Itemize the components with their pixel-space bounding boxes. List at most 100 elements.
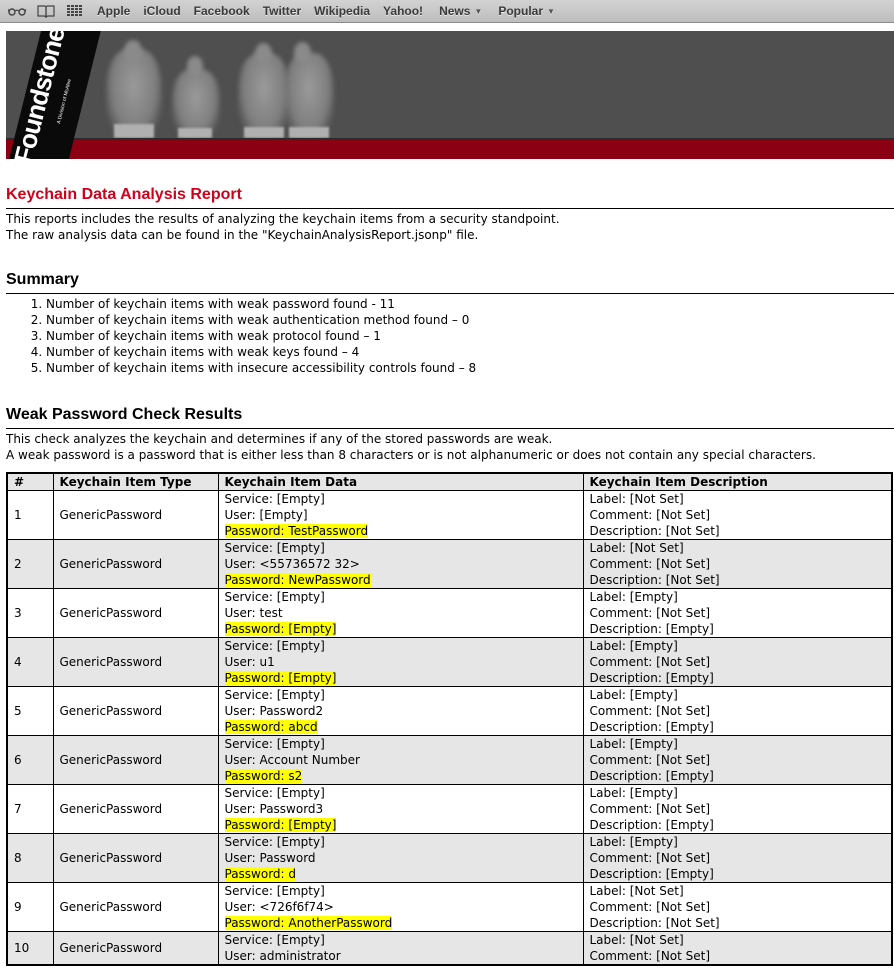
- user-field: User: test: [224, 606, 283, 620]
- bookmark-facebook[interactable]: Facebook: [194, 4, 250, 18]
- password-line: Password: abcd: [224, 719, 577, 735]
- banner-figure-waist: [114, 124, 154, 138]
- service-field: Service: [Empty]: [224, 933, 325, 947]
- table-body: 1 GenericPassword Service: [Empty] User: [E…: [6, 490, 893, 966]
- banner-figure-waist: [178, 128, 212, 138]
- item-type: GenericPassword: [52, 735, 219, 785]
- bookmarks-bar: Apple iCloud Facebook Twitter Wikipedia …: [0, 0, 894, 23]
- label-field: Label: [Not Set]: [589, 884, 684, 898]
- weak-password-heading: Weak Password Check Results: [6, 406, 894, 429]
- label-field: Label: [Empty]: [589, 737, 678, 751]
- item-data: Service: [Empty] User: [Empty] Password: T…: [217, 490, 584, 540]
- password-field-highlighted: Password: [Empty]: [224, 671, 337, 685]
- reading-list-icon[interactable]: [8, 0, 26, 22]
- row-number: 9: [6, 882, 54, 932]
- user-field: User: [Empty]: [224, 508, 308, 522]
- bookmark-label: Popular: [498, 4, 544, 18]
- item-type: GenericPassword: [52, 833, 219, 883]
- bookmark-folder-popular[interactable]: Popular ▼: [498, 4, 555, 18]
- bookmarks-icon[interactable]: [37, 0, 55, 22]
- row-number: 5: [6, 686, 54, 736]
- item-type: GenericPassword: [52, 539, 219, 589]
- item-description: Label: [Not Set] Comment: [Not Set]: [582, 931, 893, 966]
- item-description: Label: [Not Set] Comment: [Not Set] Descri…: [582, 490, 893, 540]
- foundstone-banner: Foundstone A Division of McAfee: [6, 31, 894, 159]
- password-field-highlighted: Password: s2: [224, 769, 303, 783]
- table-row: 7 GenericPassword Service: [Empty] User: Pa…: [6, 784, 893, 834]
- password-line: Password: TestPassword: [224, 523, 577, 539]
- service-field: Service: [Empty]: [224, 492, 325, 506]
- user-field: User: <55736572 32>: [224, 557, 360, 571]
- password-field-highlighted: Password: NewPassword: [224, 573, 371, 587]
- item-data: Service: [Empty] User: Account Number Pass…: [217, 735, 584, 785]
- item-type: GenericPassword: [52, 784, 219, 834]
- row-number: 2: [6, 539, 54, 589]
- intro-line: This reports includes the results of ana…: [6, 212, 560, 226]
- bookmark-twitter[interactable]: Twitter: [263, 4, 301, 18]
- label-field: Label: [Not Set]: [589, 541, 684, 555]
- user-field: User: <726f6f74>: [224, 900, 334, 914]
- bookmark-apple[interactable]: Apple: [97, 4, 130, 18]
- summary-item: Number of keychain items with insecure a…: [46, 360, 894, 376]
- comment-field: Comment: [Not Set]: [589, 949, 711, 963]
- password-line: Password: d: [224, 866, 577, 882]
- service-field: Service: [Empty]: [224, 737, 325, 751]
- bookmark-yahoo[interactable]: Yahoo!: [383, 4, 423, 18]
- top-sites-icon[interactable]: [67, 0, 83, 22]
- description-field: Description: [Empty]: [589, 671, 714, 685]
- label-field: Label: [Not Set]: [589, 933, 684, 947]
- comment-field: Comment: [Not Set]: [589, 851, 711, 865]
- table-row: 1 GenericPassword Service: [Empty] User: [E…: [6, 490, 893, 540]
- password-field-highlighted: Password: AnotherPassword: [224, 916, 393, 930]
- user-field: User: Account Number: [224, 753, 360, 767]
- banner-figure-head: [255, 43, 272, 64]
- item-type: GenericPassword: [52, 882, 219, 932]
- password-field-highlighted: Password: TestPassword: [224, 524, 369, 538]
- table-row: 5 GenericPassword Service: [Empty] User: Pa…: [6, 686, 893, 736]
- service-field: Service: [Empty]: [224, 884, 325, 898]
- row-number: 8: [6, 833, 54, 883]
- item-data: Service: [Empty] User: <55736572 32> Passw…: [217, 539, 584, 589]
- chevron-down-icon: ▼: [547, 7, 555, 16]
- table-row: 2 GenericPassword Service: [Empty] User: <5…: [6, 539, 893, 589]
- password-line: Password: [Empty]: [224, 670, 577, 686]
- table-row: 6 GenericPassword Service: [Empty] User: Ac…: [6, 735, 893, 785]
- description-line: A weak password is a password that is ei…: [6, 448, 816, 462]
- description-field: Description: [Empty]: [589, 769, 714, 783]
- password-field-highlighted: Password: d: [224, 867, 297, 881]
- bookmark-icloud[interactable]: iCloud: [143, 4, 180, 18]
- password-field-highlighted: Password: [Empty]: [224, 622, 337, 636]
- summary-section: Summary Number of keychain items with we…: [6, 271, 894, 376]
- label-field: Label: [Empty]: [589, 639, 678, 653]
- table-row: 10 GenericPassword Service: [Empty] User: a…: [6, 931, 893, 966]
- comment-field: Comment: [Not Set]: [589, 753, 711, 767]
- bookmark-folder-news[interactable]: News ▼: [439, 4, 482, 18]
- bookmark-label: Wikipedia: [314, 4, 371, 18]
- service-field: Service: [Empty]: [224, 786, 325, 800]
- report-intro: This reports includes the results of ana…: [6, 209, 894, 243]
- password-line: Password: s2: [224, 768, 577, 784]
- column-header-description: Keychain Item Description: [582, 472, 893, 491]
- description-field: Description: [Empty]: [589, 867, 714, 881]
- item-description: Label: [Not Set] Comment: [Not Set] Descri…: [582, 539, 893, 589]
- summary-item: Number of keychain items with weak proto…: [46, 328, 894, 344]
- password-line: Password: [Empty]: [224, 621, 577, 637]
- banner-figure-head: [124, 40, 142, 62]
- label-field: Label: [Empty]: [589, 688, 678, 702]
- item-description: Label: [Not Set] Comment: [Not Set] Descri…: [582, 882, 893, 932]
- bookmark-label: News: [439, 4, 471, 18]
- banner-figure-head: [187, 56, 203, 76]
- summary-item: Number of keychain items with weak passw…: [46, 296, 894, 312]
- item-data: Service: [Empty] User: u1 Password: [Empty…: [217, 637, 584, 687]
- user-field: User: Password3: [224, 802, 324, 816]
- item-data: Service: [Empty] User: Password3 Password:…: [217, 784, 584, 834]
- report: Keychain Data Analysis Report This repor…: [6, 186, 894, 966]
- service-field: Service: [Empty]: [224, 639, 325, 653]
- item-data: Service: [Empty] User: <726f6f74> Password…: [217, 882, 584, 932]
- description-field: Description: [Empty]: [589, 818, 714, 832]
- bookmark-wikipedia[interactable]: Wikipedia: [314, 4, 370, 18]
- table-row: 8 GenericPassword Service: [Empty] User: Pa…: [6, 833, 893, 883]
- password-line: Password: AnotherPassword: [224, 915, 577, 931]
- service-field: Service: [Empty]: [224, 590, 325, 604]
- bookmark-label: Yahoo!: [383, 4, 424, 18]
